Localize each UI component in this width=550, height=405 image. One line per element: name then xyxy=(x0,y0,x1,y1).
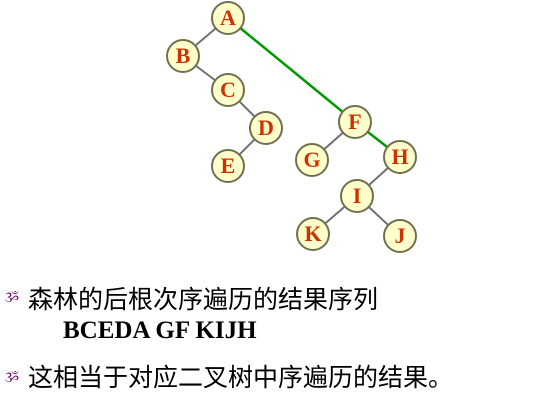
equivalence-text: 这相当于对应二叉树中序遍历的结果。 xyxy=(28,363,454,392)
bullet-icon: ૐ xyxy=(4,290,20,306)
node-e: E xyxy=(211,149,245,183)
traversal-sequence: BCEDA GF KIJH xyxy=(63,317,257,344)
node-label: G xyxy=(303,147,320,172)
forest-postorder-text: 森林的后根次序遍历的结果序列 xyxy=(28,285,379,314)
node-d: D xyxy=(249,111,283,145)
tree-nodes: A B CDE F G H I K J xyxy=(166,1,417,253)
node-g: G xyxy=(295,143,329,177)
node-k: K xyxy=(296,217,330,251)
node-label: I xyxy=(353,183,362,208)
node-b: B xyxy=(166,39,200,73)
node-label: C xyxy=(220,77,236,102)
node-f: F xyxy=(338,105,372,139)
node-label: E xyxy=(221,153,236,178)
node-h: H xyxy=(383,140,417,174)
node-label: J xyxy=(395,223,406,248)
node-label: F xyxy=(348,109,361,134)
edge-a-f xyxy=(227,17,356,123)
binary-tree-diagram: A B CDE F G H I K J xyxy=(166,1,417,253)
node-j: J xyxy=(383,219,417,253)
node-label: A xyxy=(220,5,236,30)
node-label: D xyxy=(258,115,274,140)
node-c: C xyxy=(211,73,245,107)
node-label: B xyxy=(176,43,191,68)
bullet-icon: ૐ xyxy=(4,370,20,386)
node-a: A xyxy=(211,1,245,35)
node-i: I xyxy=(340,179,374,213)
node-label: H xyxy=(391,144,408,169)
node-label: K xyxy=(304,221,321,246)
